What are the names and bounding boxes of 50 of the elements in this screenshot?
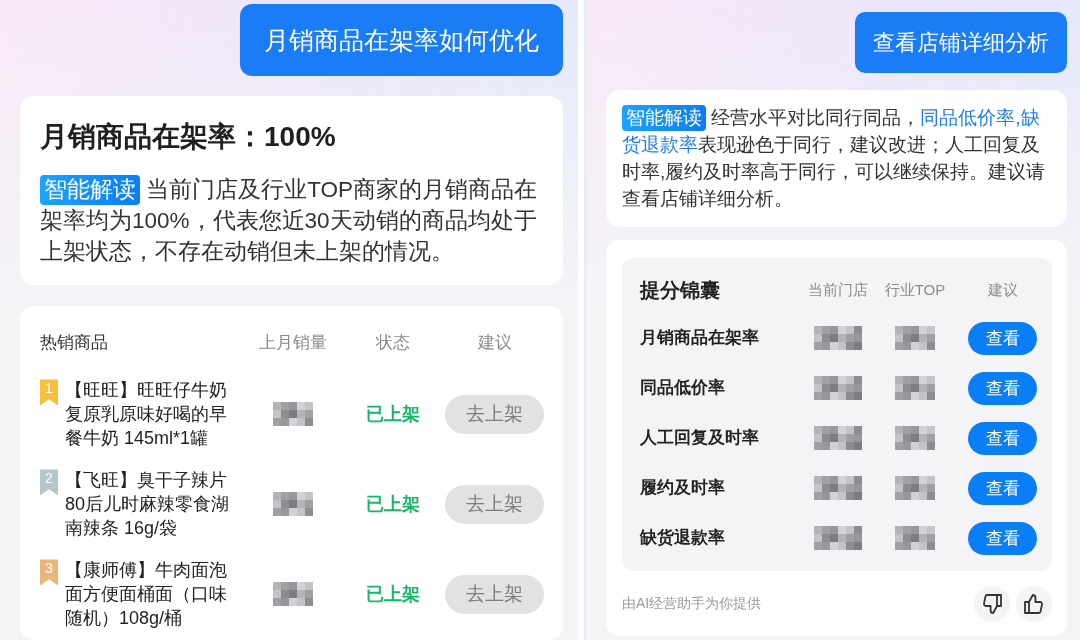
user-message-bubble: 查看店铺详细分析 xyxy=(855,12,1067,73)
column-header: 建议 xyxy=(477,332,512,355)
metric-name: 缺货退款率 xyxy=(640,527,726,549)
rank-ribbon: 2 xyxy=(40,469,58,496)
pixelated-value xyxy=(895,526,935,550)
view-button[interactable]: 查看 xyxy=(968,371,1037,405)
answer-title: 月销商品在架率：100% xyxy=(40,120,337,154)
insight-paragraph: 智能解读 经营水平对比同行同品，同品低价率,缺货退款率表现逊色于同行，建议改进；人工回复及时率,履约及时率高于同行，可以继续保持。建议请查看店铺详细分析。 xyxy=(622,104,1047,211)
view-button[interactable]: 查看 xyxy=(968,421,1037,455)
pixelated-value xyxy=(895,376,935,400)
pixelated-value xyxy=(895,476,935,500)
rank-ribbon: 1 xyxy=(40,379,58,406)
metric-name: 月销商品在架率 xyxy=(640,327,760,348)
product-name: 【康师傅】牛肉面泡面方便面桶面（口味随机）108g/桶 xyxy=(65,559,228,631)
pixelated-value xyxy=(813,526,862,550)
column-header: 行业TOP xyxy=(884,280,946,300)
pixelated-value xyxy=(895,326,935,350)
dislike-button[interactable] xyxy=(974,585,1010,622)
column-header: 状态 xyxy=(375,332,410,355)
product-name: 【旺旺】旺旺仔牛奶复原乳原味好喝的早餐牛奶 145ml*1罐 xyxy=(65,379,228,451)
credit-text: 由AI经营助手为你提供 xyxy=(622,594,762,613)
thumbs-down-icon xyxy=(982,593,1002,614)
metric-name: 人工回复及时率 xyxy=(640,427,760,448)
thumbs-up-icon xyxy=(1024,593,1044,614)
view-button[interactable]: 查看 xyxy=(968,521,1037,555)
column-header: 建议 xyxy=(987,280,1018,300)
column-header: 当前门店 xyxy=(807,280,868,300)
user-message-bubble: 月销商品在架率如何优化 xyxy=(240,4,563,76)
status-text: 已上架 xyxy=(365,403,420,427)
view-button[interactable]: 查看 xyxy=(968,321,1037,355)
metric-name: 同品低价率 xyxy=(640,377,726,398)
pixelated-value xyxy=(272,582,313,607)
pixelated-value xyxy=(272,402,313,427)
column-header: 上月销量 xyxy=(258,332,327,355)
column-header: 热销商品 xyxy=(40,332,108,355)
product-name: 【飞旺】臭干子辣片80后儿时麻辣零食湖南辣条 16g/袋 xyxy=(65,469,231,541)
pixelated-value xyxy=(272,492,313,517)
pixelated-value xyxy=(895,426,935,450)
rank-ribbon: 3 xyxy=(40,559,58,586)
pixelated-value xyxy=(813,376,862,400)
pixelated-value xyxy=(813,476,862,500)
tips-title: 提分锦囊 xyxy=(640,278,721,303)
insight-paragraph: 智能解读 当前门店及行业TOP商家的月销商品在架率均为100%，代表您近30天动销的商品均处于上架状态，不存在动销但未上架的情况。 xyxy=(40,174,539,267)
view-button[interactable]: 查看 xyxy=(968,471,1037,505)
status-text: 已上架 xyxy=(365,583,420,607)
pixelated-value xyxy=(813,326,862,350)
like-button[interactable] xyxy=(1016,585,1052,622)
metric-name: 履约及时率 xyxy=(640,477,726,498)
status-text: 已上架 xyxy=(365,493,420,517)
pixelated-value xyxy=(813,426,862,450)
